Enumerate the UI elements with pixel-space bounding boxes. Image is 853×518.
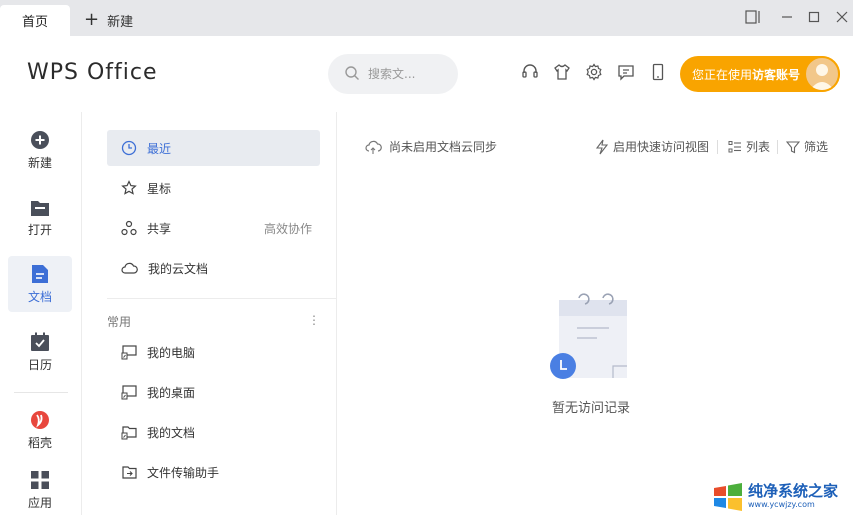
common-section-header: 常用 ⋮ [107,313,320,330]
close-icon[interactable] [831,6,853,28]
apps-grid-icon [31,470,49,489]
account-prefix: 您正在使用 [692,67,753,82]
nav-documents-label: 文档 [27,289,52,304]
nav-calendar[interactable]: 日历 [8,324,72,380]
customer-service-icon[interactable] [520,62,540,82]
location-panel: 最近 星标 共享 高效协作 我的云文档 常用 ⋮ 我的电脑 我的桌面 我的文档 … [82,112,337,515]
plus-circle-icon [31,130,49,149]
cloud-icon [121,262,138,274]
clock-icon [121,140,137,156]
cloud-sync-label: 尚未启用文档云同步 [389,140,498,154]
watermark-title: 纯净系统之家 [748,482,839,500]
list-view-button[interactable]: 列表 [728,138,770,155]
new-tab-button[interactable]: + 新建 [84,8,133,32]
panel-divider [107,298,337,299]
collaboration-link[interactable]: 高效协作 [264,220,312,237]
tab-home[interactable]: 首页 [0,5,70,36]
location-recent-label: 最近 [147,141,172,156]
docer-icon [31,410,49,429]
computer-shortcut-icon [121,345,137,360]
windows-logo-icon [714,482,742,511]
mobile-phone-icon[interactable] [648,62,668,82]
title-bar: 首页 + 新建 [0,0,853,36]
search-box[interactable] [328,54,458,94]
common-section-title: 常用 [107,315,132,329]
nav-open[interactable]: 打开 [8,190,72,246]
location-starred[interactable]: 星标 [107,170,320,206]
recent-files-area: 尚未启用文档云同步 启用快速访问视图 列表 筛选 暂无访问记录 [337,112,853,515]
filter-label: 筛选 [804,140,829,154]
toolbar-separator [717,140,718,154]
left-navigation: 新建 打开 文档 日历 稻壳 应用 [0,112,82,515]
filter-button[interactable]: 筛选 [786,138,828,155]
search-input[interactable] [368,67,448,81]
plus-icon: + [84,9,100,30]
search-icon [344,65,360,84]
maximize-icon[interactable] [803,6,825,28]
common-my-documents[interactable]: 我的文档 [107,414,320,450]
common-my-computer[interactable]: 我的电脑 [107,334,320,370]
common-file-transfer[interactable]: 文件传输助手 [107,454,320,490]
folder-icon [31,200,49,216]
skin-shirt-icon[interactable] [552,62,572,82]
location-shared-label: 共享 [147,221,172,236]
common-my-documents-label: 我的文档 [147,425,196,440]
location-starred-label: 星标 [147,181,172,196]
app-header: WPS Office 您正在使用 访客账号 [0,36,853,112]
common-my-desktop-label: 我的桌面 [147,385,196,400]
watermark-url: www.ycwjzy.com [748,500,815,509]
list-icon [728,140,741,152]
location-shared[interactable]: 共享 高效协作 [107,210,320,246]
cloud-sync-icon [365,140,382,154]
more-options-icon[interactable]: ⋮ [308,313,320,330]
nav-new[interactable]: 新建 [8,122,72,178]
user-avatar-icon [810,64,834,90]
nav-new-label: 新建 [27,155,52,170]
nav-calendar-label: 日历 [27,357,52,372]
nav-docer-label: 稻壳 [27,435,52,450]
empty-state-illustration [549,290,629,380]
settings-gear-icon[interactable] [584,62,604,82]
common-my-computer-label: 我的电脑 [147,345,196,360]
layout-toggle-icon[interactable] [742,6,764,28]
location-cloud-docs-label: 我的云文档 [148,261,209,276]
common-my-desktop[interactable]: 我的桌面 [107,374,320,410]
empty-state-text: 暂无访问记录 [551,401,630,416]
nav-documents[interactable]: 文档 [8,256,72,312]
app-logo: WPS Office [27,60,158,85]
account-button[interactable]: 您正在使用 访客账号 [680,56,840,92]
star-icon [121,180,137,195]
account-name: 访客账号 [752,67,801,82]
site-watermark: 纯净系统之家 www.ycwjzy.com [712,478,853,515]
desktop-shortcut-icon [121,385,137,400]
transfer-icon [122,466,137,479]
folder-shortcut-icon [121,426,137,440]
share-icon [121,220,137,236]
quick-access-view-label: 启用快速访问视图 [613,140,710,154]
nav-apps-label: 应用 [27,495,52,510]
nav-apps[interactable]: 应用 [8,462,72,518]
document-icon [32,264,48,283]
lightning-icon [595,139,609,154]
nav-divider [14,392,68,393]
avatar[interactable] [804,56,840,92]
filter-funnel-icon [786,140,800,153]
location-recent[interactable]: 最近 [107,130,320,166]
nav-open-label: 打开 [27,222,52,237]
quick-access-view-button[interactable]: 启用快速访问视图 [595,138,709,155]
nav-docer[interactable]: 稻壳 [8,402,72,458]
common-file-transfer-label: 文件传输助手 [147,465,220,480]
message-icon[interactable] [616,62,636,82]
tab-home-label: 首页 [21,15,48,30]
calendar-icon [31,332,49,351]
minimize-icon[interactable] [776,6,798,28]
toolbar-separator [777,140,778,154]
cloud-sync-status[interactable]: 尚未启用文档云同步 [365,138,497,155]
list-view-label: 列表 [746,140,771,154]
location-cloud-docs[interactable]: 我的云文档 [107,250,320,286]
new-tab-label: 新建 [107,14,134,30]
